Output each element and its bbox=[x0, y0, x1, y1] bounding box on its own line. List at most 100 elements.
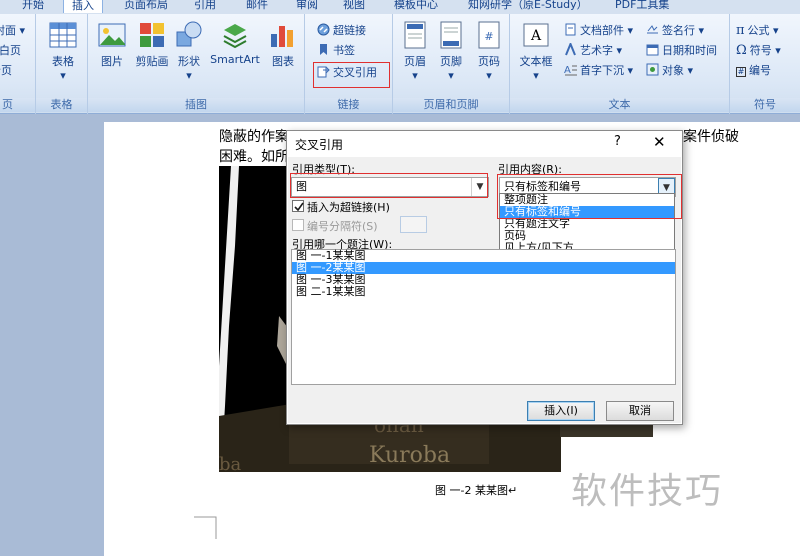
figure-caption: 图 一-2 某某图↵ bbox=[435, 484, 518, 497]
ribbon: 封面 ▾ 空白页 分页 页 表格▾ 表格 图片 剪贴画 bbox=[0, 14, 800, 114]
separator-checkbox[interactable] bbox=[292, 219, 304, 231]
group-symbols: π 公式 ▾ Ω 符号 ▾ # 编号 符号 bbox=[730, 14, 800, 114]
tab-page-layout[interactable]: 页面布局 bbox=[124, 0, 168, 13]
bookmark-icon bbox=[320, 44, 327, 55]
group-pages-label: 页 bbox=[0, 98, 35, 112]
textbox-icon: A bbox=[521, 20, 551, 50]
symbol-label: 符号 bbox=[749, 44, 772, 57]
insert-hyperlink-label: 插入为超链接(H) bbox=[307, 201, 390, 214]
photo-text-ba: ba bbox=[219, 454, 242, 472]
doc-line1-right: 案件侦破 bbox=[683, 129, 739, 145]
content-option[interactable]: 只有题注文字 bbox=[500, 218, 674, 230]
header-label: 页眉 bbox=[404, 55, 426, 68]
hyperlink-button[interactable]: 超链接 bbox=[317, 22, 366, 40]
header-button[interactable]: 页眉 ▾ bbox=[399, 20, 431, 82]
picture-button[interactable]: 图片 bbox=[94, 20, 130, 69]
smartart-button[interactable]: SmartArt bbox=[206, 20, 264, 66]
header-icon bbox=[400, 20, 430, 50]
doc-line2: 困难。如所 bbox=[219, 149, 289, 165]
dropcap-button[interactable]: A 首字下沉 ▾ bbox=[564, 62, 633, 80]
pi-icon: π bbox=[736, 23, 745, 38]
dropcap-label: 首字下沉 bbox=[580, 64, 624, 77]
caption-item[interactable]: 图 二-1某某图 bbox=[292, 286, 675, 298]
textbox-label: 文本框 bbox=[519, 55, 553, 68]
chart-label: 图表 bbox=[272, 55, 294, 68]
bookmark-button[interactable]: 书签 bbox=[317, 42, 355, 60]
group-text-label: 文本 bbox=[510, 98, 729, 112]
clipart-button[interactable]: 剪贴画 bbox=[132, 20, 172, 69]
ref-type-highlight bbox=[290, 173, 488, 198]
clipart-icon bbox=[137, 20, 167, 50]
dropcap-icon: A bbox=[564, 65, 577, 76]
hyperlink-icon bbox=[317, 23, 330, 36]
ribbon-tabbar: 开始 插入 页面布局 引用 邮件 审阅 视图 模板中心 知网研学（原E-Stud… bbox=[0, 0, 800, 14]
group-symbols-label: 符号 bbox=[730, 98, 800, 112]
wordart-icon bbox=[565, 43, 576, 56]
tab-review[interactable]: 审阅 bbox=[296, 0, 318, 13]
footer-icon bbox=[436, 20, 466, 50]
signature-line-label: 签名行 bbox=[662, 24, 695, 37]
quick-parts-button[interactable]: 文档部件 ▾ bbox=[564, 22, 633, 40]
datetime-label: 日期和时间 bbox=[662, 44, 717, 57]
equation-label: 公式 bbox=[747, 24, 770, 37]
tab-view[interactable]: 视图 bbox=[343, 0, 365, 13]
table-label: 表格 bbox=[52, 55, 74, 68]
wordart-button[interactable]: 艺术字 ▾ bbox=[564, 42, 622, 60]
omega-icon: Ω bbox=[736, 43, 747, 58]
page-corner-mark bbox=[194, 516, 217, 539]
shapes-icon bbox=[174, 20, 204, 50]
cancel-button[interactable]: 取消 bbox=[606, 401, 674, 421]
object-icon bbox=[646, 63, 659, 76]
watermark: 软件技巧 bbox=[571, 471, 724, 512]
quick-parts-label: 文档部件 bbox=[580, 24, 624, 37]
group-header-footer: 页眉 ▾ 页脚 ▾ # 页码 ▾ 页眉和页脚 bbox=[393, 14, 510, 114]
blank-page-button[interactable]: 空白页 bbox=[0, 42, 21, 60]
document-image-strip bbox=[560, 424, 653, 437]
page-break-button[interactable]: 分页 bbox=[0, 62, 12, 80]
help-button[interactable]: ? bbox=[614, 134, 621, 149]
ref-content-highlight bbox=[497, 174, 682, 219]
symbol-button[interactable]: Ω 符号 ▾ bbox=[736, 42, 781, 60]
equation-button[interactable]: π 公式 ▾ bbox=[736, 22, 779, 40]
group-links-label: 链接 bbox=[305, 98, 392, 112]
page-break-label: 分页 bbox=[0, 64, 12, 77]
footer-button[interactable]: 页脚 ▾ bbox=[435, 20, 467, 82]
tab-home[interactable]: 开始 bbox=[22, 0, 44, 13]
table-button[interactable]: 表格 ▾ bbox=[46, 20, 80, 82]
tab-pdf-tools[interactable]: PDF工具集 bbox=[615, 0, 669, 13]
separator-input[interactable] bbox=[400, 216, 427, 233]
hyperlink-label: 超链接 bbox=[333, 24, 366, 37]
tab-cnki-estudy[interactable]: 知网研学（原E-Study） bbox=[468, 0, 588, 13]
textbox-button[interactable]: A 文本框 ▾ bbox=[516, 20, 556, 82]
insert-button[interactable]: 插入(I) bbox=[527, 401, 595, 421]
clipart-label: 剪贴画 bbox=[135, 55, 169, 68]
bookmark-label: 书签 bbox=[333, 44, 355, 57]
hash-icon: # bbox=[736, 67, 746, 77]
close-button[interactable]: ✕ bbox=[653, 133, 666, 151]
signature-line-button[interactable]: 签名行 ▾ bbox=[646, 22, 704, 40]
cover-page-button[interactable]: 封面 ▾ bbox=[0, 22, 25, 40]
tab-references[interactable]: 引用 bbox=[194, 0, 216, 13]
tab-template-center[interactable]: 模板中心 bbox=[394, 0, 438, 13]
quick-parts-icon bbox=[565, 23, 576, 36]
crossref-highlight bbox=[313, 62, 390, 88]
table-icon bbox=[48, 20, 78, 50]
chart-button[interactable]: 图表 bbox=[266, 20, 300, 69]
chart-icon bbox=[268, 20, 298, 50]
group-table-label: 表格 bbox=[36, 98, 87, 112]
group-table: 表格 ▾ 表格 bbox=[36, 14, 88, 114]
shapes-button[interactable]: 形状 ▾ bbox=[174, 20, 204, 82]
insert-hyperlink-checkbox[interactable] bbox=[292, 200, 304, 212]
object-button[interactable]: 对象 ▾ bbox=[646, 62, 693, 80]
caption-listbox[interactable]: 图 一-1某某图 图 一-2某某图 图 一-3某某图 图 二-1某某图 bbox=[291, 249, 676, 385]
smartart-label: SmartArt bbox=[210, 53, 260, 66]
svg-text:A: A bbox=[564, 65, 571, 76]
numbering-button[interactable]: # 编号 bbox=[736, 62, 771, 80]
group-illustrations-label: 插图 bbox=[88, 98, 304, 112]
tab-mailings[interactable]: 邮件 bbox=[246, 0, 268, 13]
page-number-button[interactable]: # 页码 ▾ bbox=[473, 20, 505, 82]
dialog-title: 交叉引用 bbox=[295, 138, 344, 152]
tab-insert[interactable]: 插入 bbox=[63, 0, 103, 13]
blank-page-label: 空白页 bbox=[0, 44, 21, 57]
datetime-button[interactable]: 日期和时间 bbox=[646, 42, 717, 60]
